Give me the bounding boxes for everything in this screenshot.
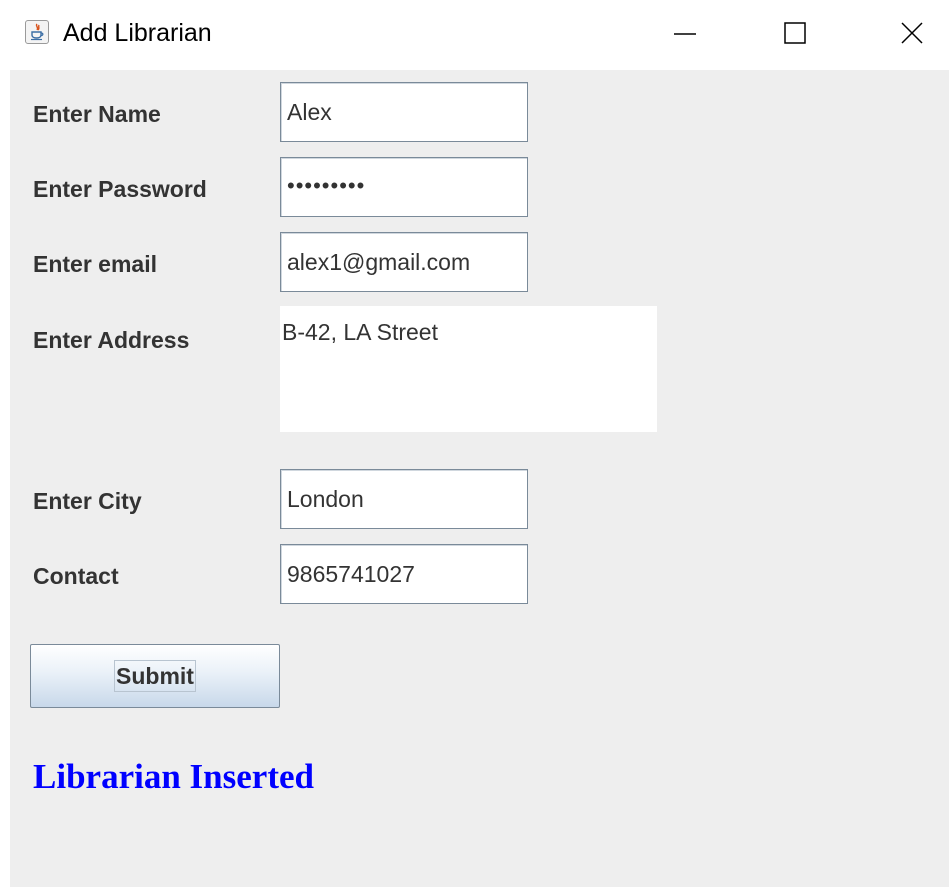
password-input[interactable]: ••••••••• <box>280 157 528 217</box>
email-label: Enter email <box>33 251 157 277</box>
minimize-button[interactable] <box>655 8 715 58</box>
maximize-icon <box>784 22 806 44</box>
close-icon <box>901 22 923 44</box>
address-textarea[interactable]: B-42, LA Street <box>280 306 657 432</box>
email-input[interactable] <box>280 232 528 292</box>
password-label: Enter Password <box>33 176 207 202</box>
java-icon <box>25 20 49 44</box>
minimize-icon <box>674 33 696 35</box>
submit-button[interactable]: Submit <box>30 644 280 708</box>
contact-label: Contact <box>33 563 119 589</box>
name-input[interactable] <box>280 82 528 142</box>
window-title: Add Librarian <box>63 19 212 47</box>
city-input[interactable] <box>280 469 528 529</box>
maximize-button[interactable] <box>765 8 825 58</box>
submit-button-label: Submit <box>114 660 196 692</box>
city-label: Enter City <box>33 488 142 514</box>
close-button[interactable] <box>882 8 942 58</box>
name-label: Enter Name <box>33 101 161 127</box>
contact-input[interactable] <box>280 544 528 604</box>
address-label: Enter Address <box>33 327 190 353</box>
status-message: Librarian Inserted <box>33 757 314 796</box>
title-bar[interactable]: Add Librarian <box>0 0 949 70</box>
